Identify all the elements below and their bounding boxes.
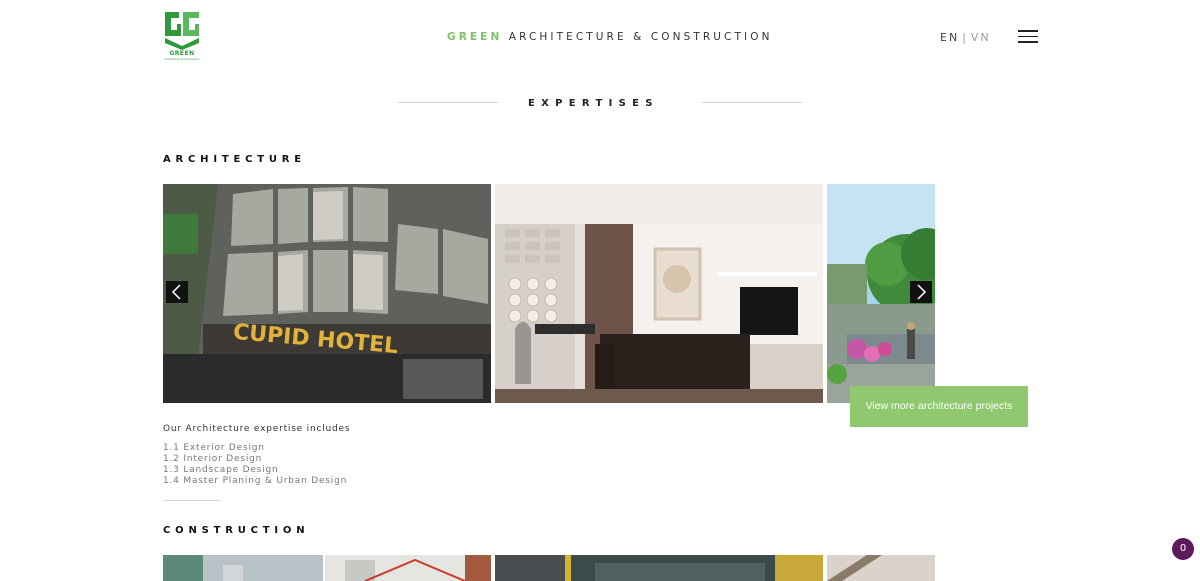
construction-title: CONSTRUCTION xyxy=(163,525,310,536)
section-divider xyxy=(163,500,220,501)
divider-left xyxy=(398,102,498,103)
construction-image-2 xyxy=(325,555,491,581)
site-logo[interactable]: GREEN Architecture & Construction xyxy=(163,10,201,64)
brand-rest: ARCHITECTURE & CONSTRUCTION xyxy=(508,31,773,43)
hamburger-icon[interactable] xyxy=(1018,30,1038,43)
architecture-title: ARCHITECTURE xyxy=(163,154,306,165)
construction-slide-1[interactable] xyxy=(163,555,323,581)
logo-mark xyxy=(165,12,199,50)
construction-image-1 xyxy=(163,555,323,581)
construction-slide-4[interactable] xyxy=(827,555,935,581)
hotel-facade-image: CUPID HOTEL xyxy=(163,184,491,403)
logo-text: GREEN xyxy=(169,50,195,57)
list-item: 1.2 Interior Design xyxy=(163,454,263,464)
list-item: 1.4 Master Planing & Urban Design xyxy=(163,476,348,486)
construction-slide-3[interactable] xyxy=(495,555,823,581)
list-item: 1.3 Landscape Design xyxy=(163,465,279,475)
construction-image-4 xyxy=(827,555,935,581)
living-room-image xyxy=(495,184,823,403)
chevron-left-icon[interactable] xyxy=(166,281,188,303)
construction-image-3 xyxy=(495,555,823,581)
architecture-intro: Our Architecture expertise includes xyxy=(163,424,351,434)
logo-subtext: Architecture & Construction xyxy=(164,58,200,61)
lang-en-link[interactable]: EN xyxy=(940,31,959,44)
site-tagline: GREEN ARCHITECTURE & CONSTRUCTION xyxy=(447,31,773,43)
section-title: EXPERTISES xyxy=(528,98,659,109)
list-item: 1.1 Exterior Design xyxy=(163,443,265,453)
construction-slide-2[interactable] xyxy=(325,555,491,581)
lang-vn-link[interactable]: VN xyxy=(971,31,991,44)
view-more-architecture-button[interactable]: View more architecture projects xyxy=(850,386,1028,427)
slide-living-room[interactable] xyxy=(495,184,823,403)
brand-highlight: GREEN xyxy=(447,31,503,43)
slide-cupid-hotel[interactable]: CUPID HOTEL xyxy=(163,184,491,403)
language-switcher: EN | VN xyxy=(940,31,991,44)
architecture-list: 1.1 Exterior Design 1.2 Interior Design … xyxy=(163,443,347,487)
divider-right xyxy=(702,102,802,103)
chat-badge[interactable]: 0 xyxy=(1172,538,1194,560)
chevron-right-icon[interactable] xyxy=(910,281,932,303)
lang-separator: | xyxy=(962,31,968,44)
